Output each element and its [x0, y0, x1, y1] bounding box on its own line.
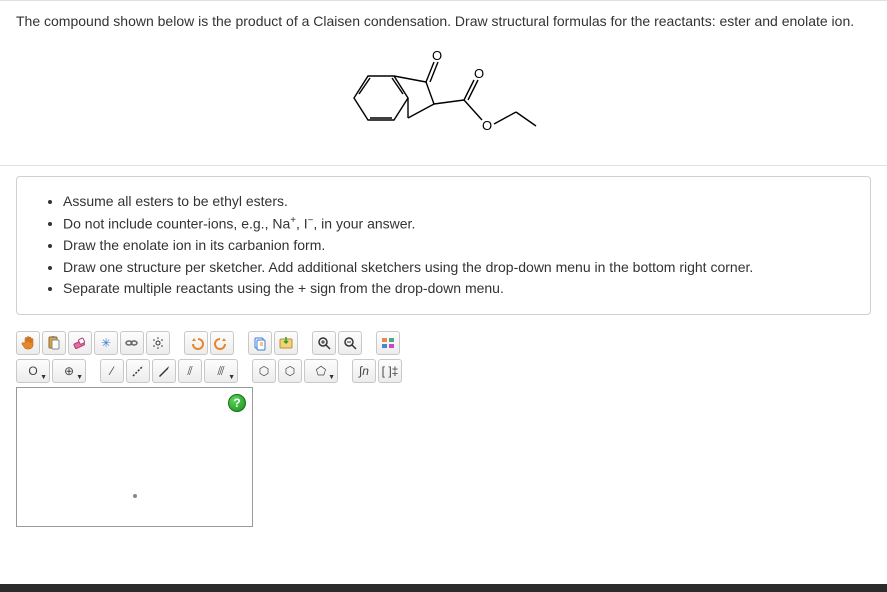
canvas-cursor-dot: [133, 494, 137, 498]
cyclopentane[interactable]: ⬠▼: [304, 359, 338, 383]
instructions-panel: Assume all esters to be ethyl esters.Do …: [16, 176, 871, 315]
sketcher-toolbar-row-1: ✳: [16, 329, 871, 357]
sketcher-canvas[interactable]: ?: [16, 387, 253, 527]
charge-plus[interactable]: ⊕▼: [52, 359, 86, 383]
question-prompt: The compound shown below is the product …: [16, 11, 871, 32]
chevron-down-icon: ▼: [328, 374, 335, 381]
wedge-bond[interactable]: [152, 359, 176, 383]
instruction-item: Draw the enolate ion in its carbanion fo…: [63, 235, 852, 257]
window-bottom-bar: [0, 584, 887, 592]
single-bond[interactable]: ⁄: [100, 359, 124, 383]
center-tool[interactable]: ✳: [94, 331, 118, 355]
chevron-down-icon: ▼: [228, 374, 235, 381]
instruction-item: Draw one structure per sketcher. Add add…: [63, 257, 852, 279]
dashed-bond[interactable]: [126, 359, 150, 383]
cyclohexane[interactable]: ⬡: [278, 359, 302, 383]
triple-bond[interactable]: ⫻▼: [204, 359, 238, 383]
double-bond[interactable]: ⫽: [178, 359, 202, 383]
eraser-tool[interactable]: [68, 331, 92, 355]
svg-text:O: O: [482, 118, 492, 133]
help-icon[interactable]: ?: [228, 394, 246, 412]
custom-fn[interactable]: ∫n: [352, 359, 376, 383]
chevron-down-icon: ▼: [40, 374, 47, 381]
product-structure-image: O O O: [16, 32, 871, 163]
copy-tool[interactable]: [248, 331, 272, 355]
benzene-ring[interactable]: ⬡: [252, 359, 276, 383]
chevron-down-icon: ▼: [76, 374, 83, 381]
import-tool[interactable]: [274, 331, 298, 355]
clean-tool[interactable]: [146, 331, 170, 355]
instruction-item: Do not include counter-ions, e.g., Na+, …: [63, 213, 852, 235]
redo-tool[interactable]: [210, 331, 234, 355]
element-o[interactable]: O▼: [16, 359, 50, 383]
sketcher-widget: ✳ O▼⊕▼⁄⫽⫻▼⬡⬡⬠▼∫n[ ]‡ ?: [16, 329, 871, 527]
instruction-item: Separate multiple reactants using the + …: [63, 278, 852, 300]
svg-text:O: O: [474, 66, 484, 81]
zoom-out-tool[interactable]: [338, 331, 362, 355]
bracket-tool[interactable]: [ ]‡: [378, 359, 402, 383]
instruction-item: Assume all esters to be ethyl esters.: [63, 191, 852, 213]
periodic-tool[interactable]: [376, 331, 400, 355]
sketcher-toolbar-row-2: O▼⊕▼⁄⫽⫻▼⬡⬡⬠▼∫n[ ]‡: [16, 357, 871, 385]
chain-tool[interactable]: [120, 331, 144, 355]
svg-text:O: O: [432, 48, 442, 63]
hand-tool[interactable]: [16, 331, 40, 355]
paste-tool[interactable]: [42, 331, 66, 355]
undo-tool[interactable]: [184, 331, 208, 355]
zoom-in-tool[interactable]: [312, 331, 336, 355]
